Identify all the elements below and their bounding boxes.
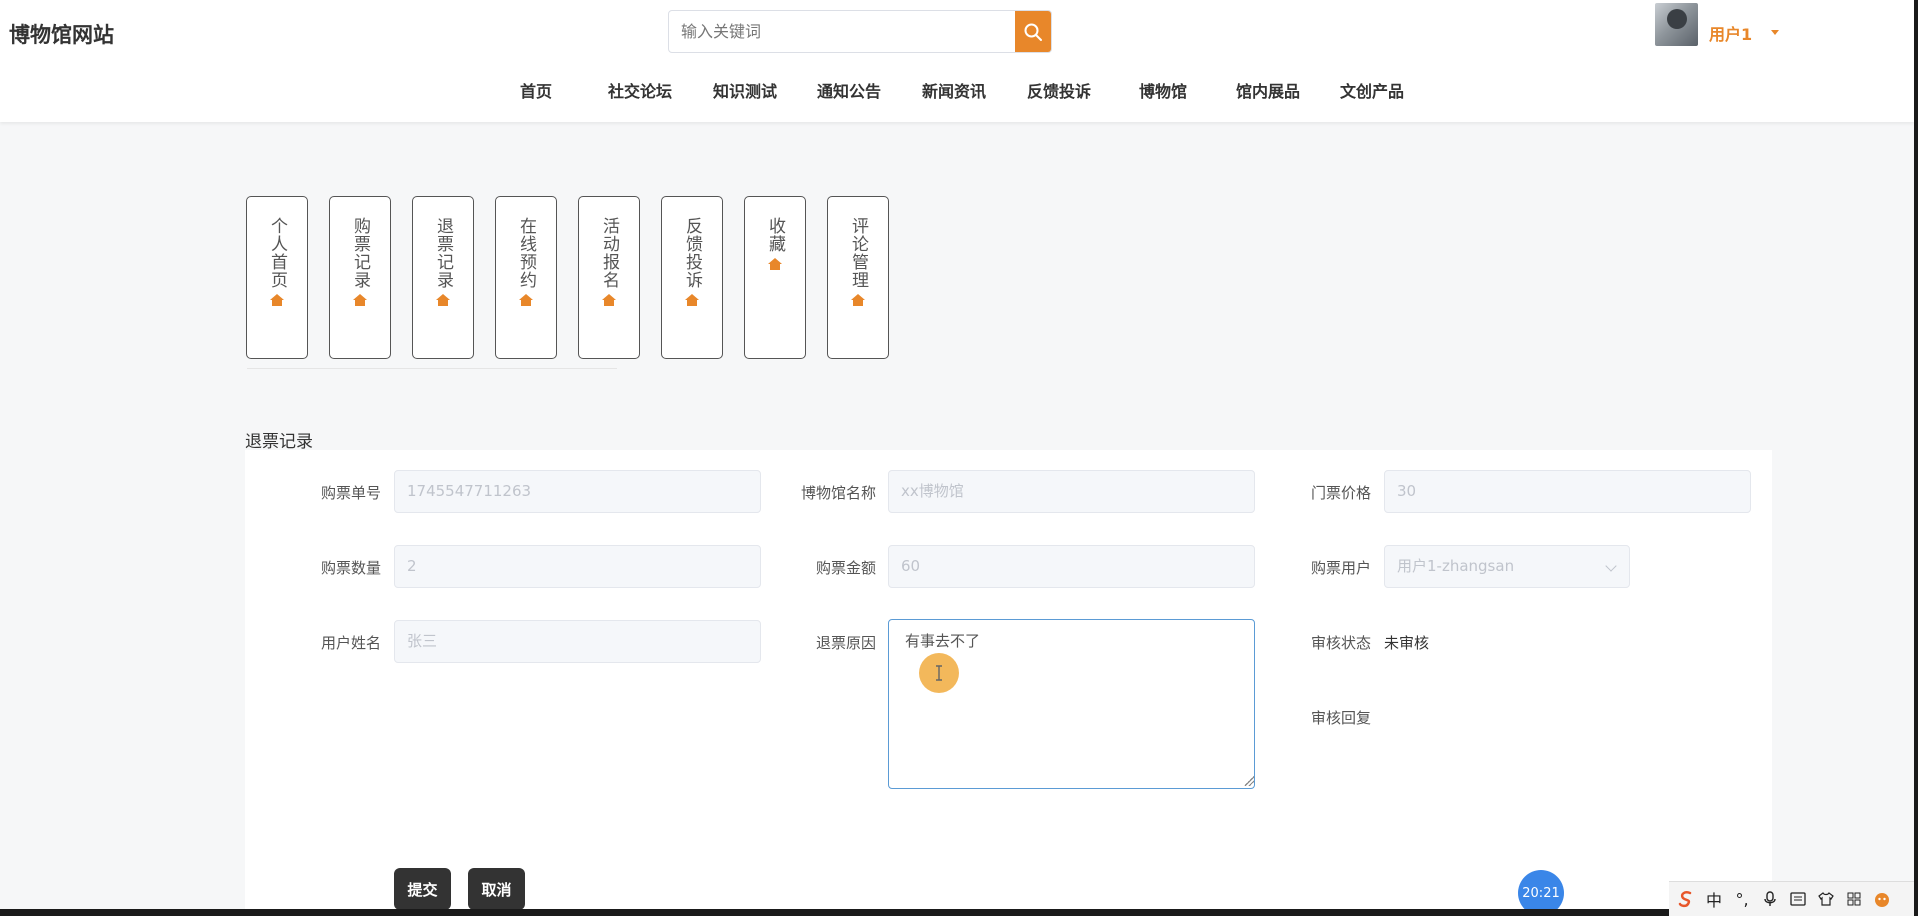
username-label: 用户姓名 (321, 634, 382, 652)
order-no-field[interactable]: 1745547711263 (394, 470, 761, 513)
buyer-select-value: 用户1-zhangsan (1397, 557, 1515, 575)
buyer-select[interactable]: 用户1-zhangsan (1384, 545, 1630, 588)
home-icon (685, 294, 699, 306)
reply-label: 审核回复 (1311, 709, 1372, 727)
grid-icon[interactable] (1843, 888, 1865, 910)
menu-card-label: 反馈投诉 (682, 217, 702, 289)
buyer-label: 购票用户 (1311, 559, 1372, 577)
home-icon (436, 294, 450, 306)
nav-item-exhibits[interactable]: 馆内展品 (1236, 78, 1300, 102)
divider (247, 368, 617, 369)
resize-handle[interactable] (1244, 776, 1254, 786)
chevron-down-icon[interactable] (1771, 30, 1779, 35)
nav-item-news[interactable]: 新闻资讯 (922, 78, 986, 102)
i-beam-icon (936, 665, 942, 681)
search-input[interactable] (681, 11, 1001, 52)
chevron-down-icon (1605, 560, 1617, 572)
quantity-field[interactable]: 2 (394, 545, 761, 588)
system-tray: 中 °, (1669, 881, 1918, 916)
nav-item-forum[interactable]: 社交论坛 (608, 78, 672, 102)
keyboard-icon[interactable] (1787, 888, 1809, 910)
menu-card-refunds[interactable]: 退票记录 (412, 196, 474, 359)
menu-card-label: 评论管理 (848, 217, 868, 289)
menu-card-label: 退票记录 (433, 217, 453, 289)
nav-item-notice[interactable]: 通知公告 (817, 78, 881, 102)
mascot-icon[interactable] (1871, 888, 1893, 910)
menu-card-label: 活动报名 (599, 217, 619, 289)
reason-textarea[interactable] (888, 619, 1255, 789)
price-field[interactable]: 30 (1384, 470, 1751, 513)
museum-field[interactable]: xx博物馆 (888, 470, 1255, 513)
amount-field[interactable]: 60 (888, 545, 1255, 588)
order-no-label: 购票单号 (321, 484, 382, 502)
nav-item-quiz[interactable]: 知识测试 (713, 78, 777, 102)
menu-card-label: 个人首页 (267, 217, 287, 289)
status-value: 未审核 (1384, 634, 1430, 652)
site-title[interactable]: 博物馆网站 (9, 19, 114, 49)
menu-card-feedback[interactable]: 反馈投诉 (661, 196, 723, 359)
avatar[interactable] (1655, 3, 1698, 46)
reason-label: 退票原因 (816, 634, 877, 652)
taskbar-strip (0, 909, 1918, 916)
menu-card-comments[interactable]: 评论管理 (827, 196, 889, 359)
menu-card-label: 购票记录 (350, 217, 370, 289)
menu-card-purchases[interactable]: 购票记录 (329, 196, 391, 359)
nav-item-feedback[interactable]: 反馈投诉 (1027, 78, 1091, 102)
nav-item-products[interactable]: 文创产品 (1340, 78, 1404, 102)
nav-item-home[interactable]: 首页 (520, 78, 552, 102)
cancel-button[interactable]: 取消 (468, 868, 525, 910)
text-cursor-icon (919, 653, 959, 693)
microphone-icon[interactable] (1759, 888, 1781, 910)
home-icon (270, 294, 284, 306)
punctuation-mode[interactable]: °, (1731, 888, 1753, 910)
window-edge (1914, 0, 1918, 916)
menu-card-favorites[interactable]: 收藏 (744, 196, 806, 359)
home-icon (851, 294, 865, 306)
search-button[interactable] (1015, 11, 1051, 52)
top-header: 博物馆网站 用户1 首页 社交论坛 知识测试 通知公告 新闻资讯 反馈投诉 博物… (0, 0, 1914, 122)
price-label: 门票价格 (1311, 484, 1372, 502)
quantity-label: 购票数量 (321, 559, 382, 577)
menu-card-profile[interactable]: 个人首页 (246, 196, 308, 359)
submit-button[interactable]: 提交 (394, 868, 451, 910)
home-icon (519, 294, 533, 306)
menu-card-label: 在线预约 (516, 217, 536, 289)
section-title: 退票记录 (245, 432, 313, 452)
username-field[interactable]: 张三 (394, 620, 761, 663)
home-icon (602, 294, 616, 306)
home-icon (768, 258, 782, 270)
museum-label: 博物馆名称 (801, 484, 877, 502)
status-label: 审核状态 (1311, 634, 1372, 652)
menu-card-events[interactable]: 活动报名 (578, 196, 640, 359)
ime-mode[interactable]: 中 (1703, 888, 1725, 910)
main-nav: 首页 社交论坛 知识测试 通知公告 新闻资讯 反馈投诉 博物馆 馆内展品 文创产… (0, 78, 1914, 102)
menu-card-label: 收藏 (765, 217, 785, 253)
search-icon (1024, 23, 1042, 41)
shirt-icon[interactable] (1815, 888, 1837, 910)
nav-item-museum[interactable]: 博物馆 (1139, 78, 1187, 102)
user-name[interactable]: 用户1 (1709, 21, 1752, 45)
menu-card-reservation[interactable]: 在线预约 (495, 196, 557, 359)
amount-label: 购票金额 (816, 559, 877, 577)
sogou-icon[interactable] (1675, 888, 1697, 910)
search-box (668, 10, 1052, 53)
home-icon (353, 294, 367, 306)
